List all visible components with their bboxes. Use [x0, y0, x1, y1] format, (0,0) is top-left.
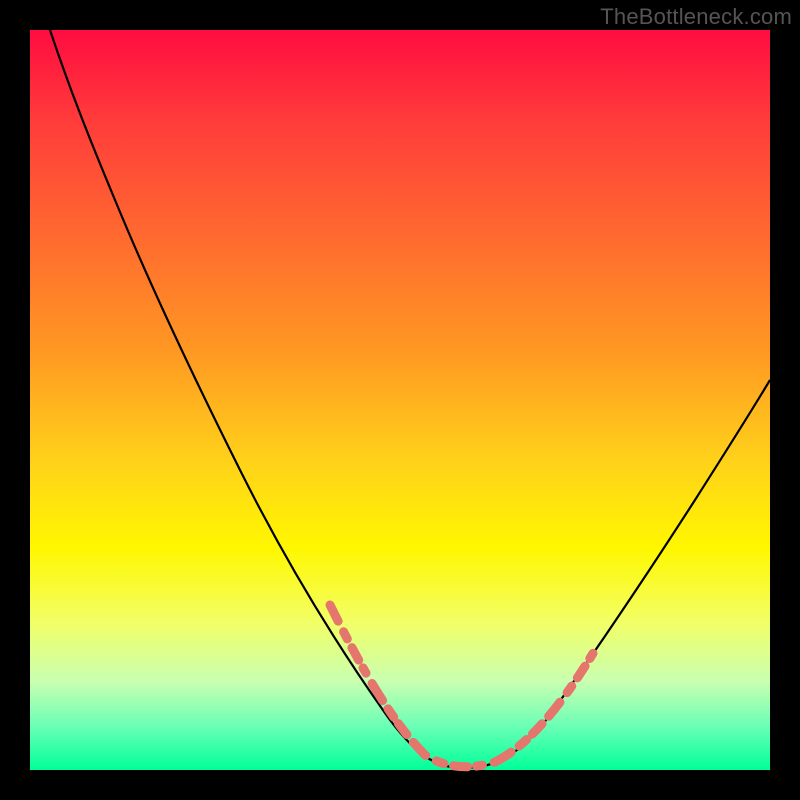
plot-area [30, 30, 770, 770]
watermark-text: TheBottleneck.com [600, 4, 792, 30]
bottleneck-curve [50, 30, 770, 768]
highlight-dots [330, 605, 595, 767]
curve-svg [30, 30, 770, 770]
chart-frame: TheBottleneck.com [0, 0, 800, 800]
